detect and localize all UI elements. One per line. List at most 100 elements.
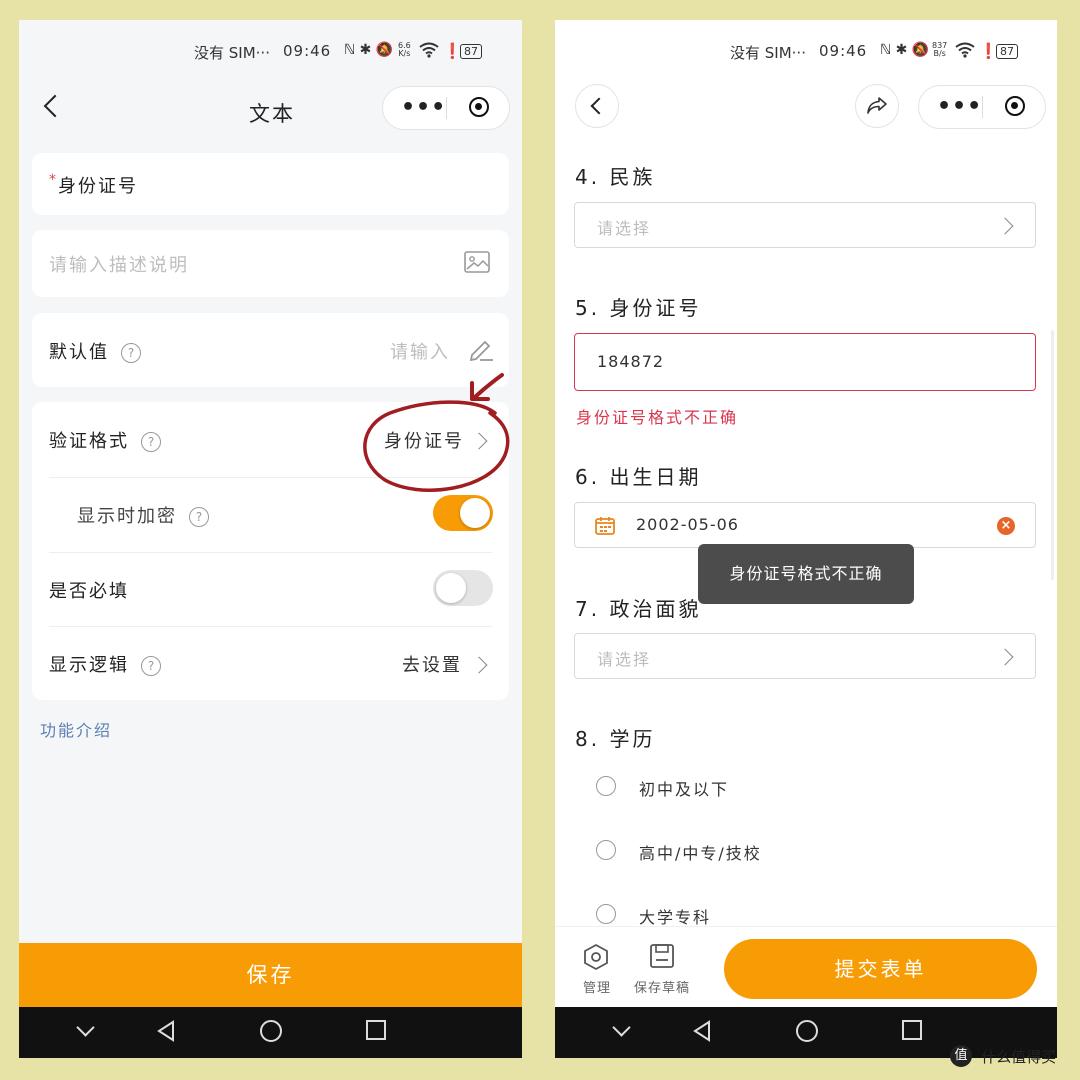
clock: 09:46 — [819, 42, 868, 60]
field-name[interactable]: *身份证号 — [49, 172, 138, 198]
description-input[interactable]: 请输入描述说明 — [49, 251, 189, 277]
back-icon — [590, 97, 608, 115]
mini-program-capsule: ••• — [918, 85, 1046, 129]
chevron-right-icon — [996, 648, 1014, 666]
edit-pencil-icon[interactable] — [468, 337, 494, 365]
alert-icon: ❗ — [979, 42, 998, 60]
logic-label-group: 显示逻辑? — [49, 651, 161, 677]
q8-title: 8. 学历 — [575, 727, 656, 751]
required-label: 是否必填 — [49, 581, 129, 602]
close-miniprogram-icon[interactable] — [1005, 96, 1025, 116]
back-icon[interactable] — [43, 94, 67, 118]
political-status-select[interactable]: 请选择 — [574, 633, 1036, 679]
more-menu-icon[interactable]: ••• — [401, 95, 446, 120]
help-icon[interactable]: ? — [121, 343, 141, 363]
help-icon[interactable]: ? — [141, 656, 161, 676]
q4-title: 4. 民族 — [575, 165, 656, 189]
field-name-label: 身份证号 — [58, 176, 138, 197]
nav-bar: 文本 ••• — [19, 82, 522, 162]
default-value-input[interactable]: 请输入 — [390, 338, 450, 364]
validation-label: 验证格式 — [49, 431, 129, 452]
clock: 09:46 — [283, 42, 332, 60]
radio-option-label[interactable]: 初中及以下 — [639, 776, 729, 800]
nfc-bt-mute-icons: ℕ ✱ 🔕 — [880, 42, 930, 58]
birthdate-picker[interactable]: 2002-05-06 × — [574, 502, 1036, 548]
battery-icon: 87 — [460, 41, 482, 59]
page-title: 文本 — [249, 102, 295, 126]
status-bar: 没有 SIM··· 09:46 ℕ ✱ 🔕 6.6 K/s ❗ 87 — [19, 20, 522, 82]
nav-hide-icon[interactable] — [612, 1018, 631, 1037]
radio-option[interactable] — [596, 904, 616, 924]
watermark-text: 什么值得买 — [981, 1047, 1057, 1066]
id-error-message: 身份证号格式不正确 — [576, 408, 739, 427]
nav-hide-icon[interactable] — [76, 1018, 95, 1037]
required-row: 是否必填 — [32, 552, 509, 626]
image-icon[interactable] — [464, 251, 490, 277]
q7-title: 7. 政治面貌 — [575, 597, 702, 621]
save-disk-icon — [650, 944, 674, 968]
field-name-card[interactable]: *身份证号 — [32, 153, 509, 215]
save-draft-label: 保存草稿 — [634, 981, 691, 996]
q5-title: 5. 身份证号 — [575, 296, 702, 320]
share-icon — [867, 97, 887, 114]
capsule-divider — [982, 96, 983, 118]
nav-recents-icon[interactable] — [902, 1020, 922, 1040]
encrypt-label: 显示时加密 — [77, 506, 177, 527]
id-number-input[interactable]: 184872 — [574, 333, 1036, 391]
error-toast: 身份证号格式不正确 — [698, 544, 914, 604]
nav-recents-icon[interactable] — [366, 1020, 386, 1040]
radio-option-label[interactable]: 高中/中专/技校 — [639, 840, 762, 864]
default-value-row: 默认值? — [49, 338, 141, 364]
q6-title: 6. 出生日期 — [575, 465, 702, 489]
submit-form-button[interactable]: 提交表单 — [724, 939, 1037, 999]
bottom-action-bar: 管理 保存草稿 提交表单 — [555, 926, 1057, 1008]
logic-row[interactable]: 显示逻辑? 去设置 — [32, 626, 509, 700]
alert-icon: ❗ — [443, 42, 462, 60]
net-speed-unit: K/s — [398, 49, 411, 58]
carrier-text: 没有 SIM··· — [194, 44, 270, 62]
system-nav-bar — [19, 1007, 522, 1058]
nav-home-icon[interactable] — [796, 1020, 818, 1042]
encrypt-label-group: 显示时加密? — [77, 502, 209, 528]
wifi-icon — [419, 42, 439, 62]
nav-home-icon[interactable] — [260, 1020, 282, 1042]
ethnicity-select[interactable]: 请选择 — [574, 202, 1036, 248]
clear-icon[interactable]: × — [997, 517, 1015, 535]
battery-icon: 87 — [996, 41, 1018, 59]
more-menu-icon[interactable]: ••• — [937, 94, 982, 119]
wifi-icon — [955, 42, 975, 62]
required-toggle[interactable] — [433, 570, 493, 606]
save-button[interactable]: 保存 — [19, 943, 522, 1007]
id-number-value: 184872 — [597, 352, 665, 371]
description-card[interactable]: 请输入描述说明 — [32, 230, 509, 297]
watermark: 值 什么值得买 — [950, 1045, 1056, 1071]
net-speed: 6.6 K/s — [398, 42, 411, 58]
manage-hexagon-icon — [584, 944, 608, 970]
help-icon[interactable]: ? — [141, 432, 161, 452]
radio-option[interactable] — [596, 776, 616, 796]
close-miniprogram-icon[interactable] — [469, 97, 489, 117]
help-icon[interactable]: ? — [189, 507, 209, 527]
annotation-circle-arrow — [363, 373, 510, 492]
battery-level: 87 — [460, 44, 482, 59]
logic-value: 去设置 — [402, 655, 462, 676]
chevron-right-icon — [996, 217, 1014, 235]
nav-back-icon[interactable] — [692, 1020, 712, 1042]
radio-option[interactable] — [596, 840, 616, 860]
radio-option-label[interactable]: 大学专科 — [639, 904, 711, 928]
right-phone-screen: 没有 SIM··· 09:46 ℕ ✱ 🔕 837 B/s ❗ 87 ••• 4… — [555, 20, 1057, 1058]
save-draft-button[interactable]: 保存草稿 — [633, 941, 693, 1001]
manage-label: 管理 — [583, 981, 612, 996]
scrollbar[interactable] — [1051, 330, 1054, 580]
battery-level: 87 — [996, 44, 1018, 59]
nav-bar: ••• — [555, 82, 1057, 162]
net-speed-unit: B/s — [933, 49, 946, 58]
back-button[interactable] — [575, 84, 619, 128]
mini-program-capsule: ••• — [382, 86, 510, 130]
feature-intro-link[interactable]: 功能介绍 — [40, 717, 112, 741]
nav-back-icon[interactable] — [156, 1020, 176, 1042]
manage-button[interactable]: 管理 — [577, 941, 617, 1001]
share-button[interactable] — [855, 84, 899, 128]
ethnicity-placeholder: 请选择 — [597, 219, 652, 238]
net-speed: 837 B/s — [932, 42, 947, 58]
